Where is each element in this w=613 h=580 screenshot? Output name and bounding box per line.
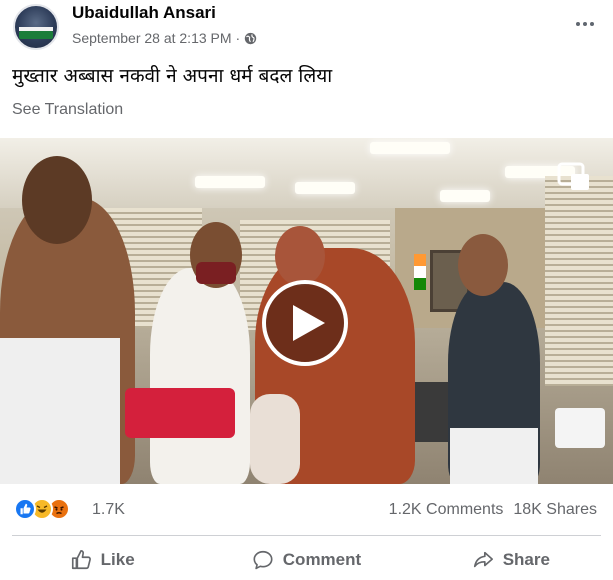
engagement-counts: 1.2K Comments 18K Shares (389, 501, 597, 519)
ceiling-light (370, 142, 450, 154)
reaction-count[interactable]: 1.7K (92, 501, 125, 519)
share-label: Share (502, 550, 550, 569)
post-meta: September 28 at 2:13 PM · (72, 30, 257, 46)
ceiling-light (295, 182, 355, 194)
comment-icon (253, 550, 273, 570)
comment-label: Comment (282, 550, 362, 569)
post-timestamp[interactable]: September 28 at 2:13 PM (72, 30, 232, 46)
globe-icon[interactable] (244, 32, 257, 45)
comment-button[interactable]: Comment (204, 540, 408, 580)
post-text: मुख्तार अब्बास नकवी ने अपना धर्म बदल लिय… (12, 65, 333, 87)
person-center-head (275, 226, 325, 286)
share-button[interactable]: Share (409, 540, 613, 580)
dot-icon (576, 22, 580, 26)
comments-count[interactable]: 1.2K Comments (389, 501, 504, 519)
red-package (125, 388, 235, 438)
dot-icon (590, 22, 594, 26)
play-button[interactable] (262, 280, 348, 366)
cloth-bundle (250, 394, 300, 484)
paper-stack (555, 408, 605, 448)
face-mask (196, 262, 236, 284)
play-icon (293, 305, 325, 341)
mini-player-icon[interactable] (557, 162, 591, 192)
like-button[interactable]: Like (0, 540, 204, 580)
person-right-kurta (450, 428, 538, 484)
ceiling-light (440, 190, 490, 202)
person-right-head (458, 234, 508, 296)
window-blind (545, 176, 613, 386)
ceiling-light (195, 176, 265, 188)
more-options-button[interactable] (571, 12, 599, 36)
thumbs-up-icon (71, 550, 91, 570)
divider (12, 535, 601, 536)
reaction-icons[interactable] (14, 498, 70, 520)
see-translation-link[interactable]: See Translation (12, 101, 123, 119)
video-player[interactable] (0, 138, 613, 484)
meta-separator: · (235, 30, 241, 46)
flag (414, 254, 426, 290)
person-left-cloth (0, 338, 120, 484)
person-left-head (22, 156, 92, 244)
like-reaction-icon (14, 498, 36, 520)
action-bar: Like Comment Share (0, 540, 613, 580)
author-name[interactable]: Ubaidullah Ansari (72, 3, 216, 23)
dot-icon (583, 22, 587, 26)
share-icon (473, 551, 493, 568)
person-center-left (150, 268, 250, 484)
shares-count[interactable]: 18K Shares (513, 501, 597, 519)
avatar[interactable] (13, 4, 59, 50)
post-header: Ubaidullah Ansari September 28 at 2:13 P… (0, 0, 613, 58)
like-label: Like (100, 550, 135, 569)
